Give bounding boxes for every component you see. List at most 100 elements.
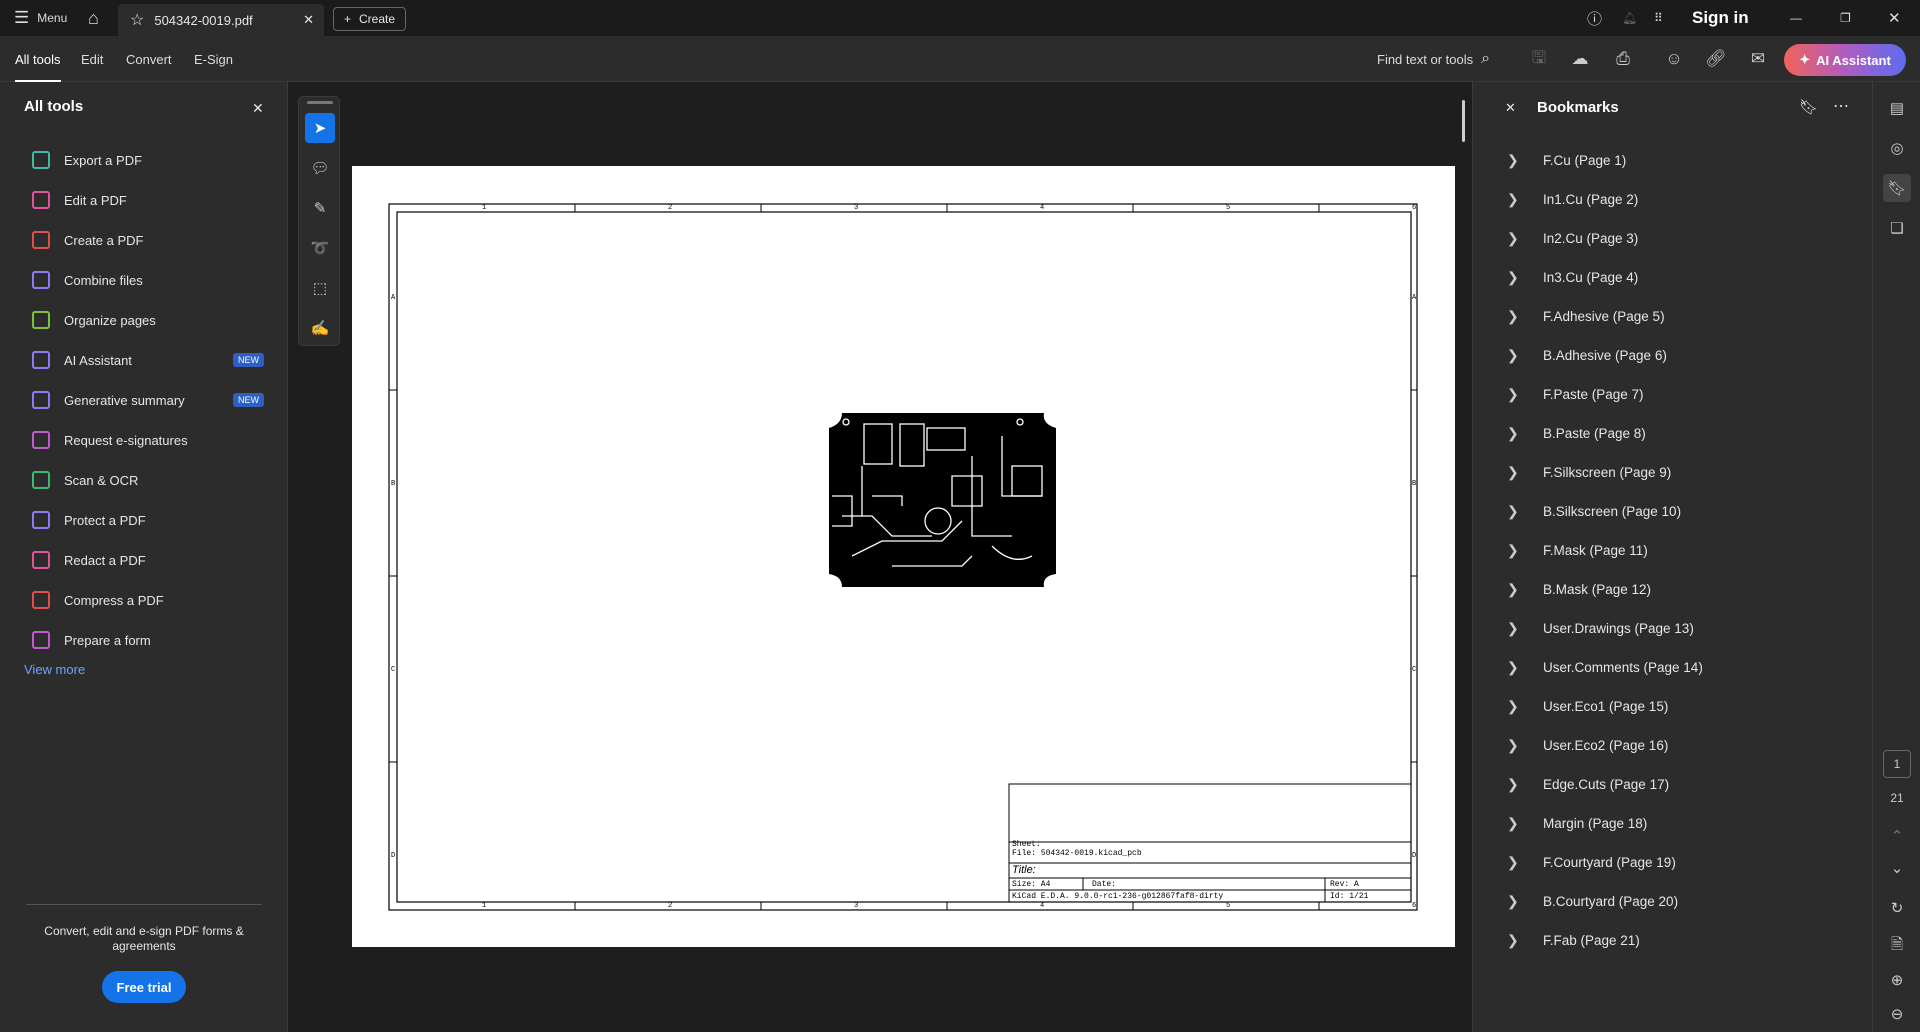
restore-icon[interactable]: ❐ [1840, 0, 1851, 36]
chevron-right-icon[interactable]: ❯ [1507, 503, 1519, 520]
chevron-right-icon[interactable]: ❯ [1507, 620, 1519, 637]
chevron-right-icon[interactable]: ❯ [1507, 308, 1519, 325]
bookmark-item[interactable]: ❯ User.Comments (Page 14) [1473, 651, 1863, 683]
rotate-icon[interactable]: ↻ [1883, 894, 1911, 922]
chevron-right-icon[interactable]: ❯ [1507, 230, 1519, 247]
tab-all-tools[interactable]: All tools [15, 36, 61, 82]
bookmark-item[interactable]: ❯ In3.Cu (Page 4) [1473, 261, 1863, 293]
bookmark-item[interactable]: ❯ B.Mask (Page 12) [1473, 573, 1863, 605]
free-trial-button[interactable]: Free trial [102, 971, 186, 1003]
chevron-right-icon[interactable]: ❯ [1507, 815, 1519, 832]
zoom-out-icon[interactable]: ⊖ [1883, 1000, 1911, 1028]
chevron-right-icon[interactable]: ❯ [1507, 932, 1519, 949]
tool-item[interactable]: Request e-signatures [32, 425, 264, 455]
tool-item[interactable]: AI Assistant NEW [32, 345, 264, 375]
share-user-icon[interactable]: ☺ [1660, 36, 1688, 82]
view-more-link[interactable]: View more [24, 662, 85, 677]
close-bookmarks-icon[interactable]: ✕ [1505, 100, 1516, 116]
bookmark-item[interactable]: ❯ F.Fab (Page 21) [1473, 924, 1863, 956]
tab-e-sign[interactable]: E-Sign [194, 36, 233, 82]
bookmark-item[interactable]: ❯ F.Cu (Page 1) [1473, 144, 1863, 176]
bookmark-item[interactable]: ❯ User.Eco2 (Page 16) [1473, 729, 1863, 761]
freehand-draw-icon[interactable]: ➰ [305, 233, 335, 263]
bookmark-item[interactable]: ❯ In1.Cu (Page 2) [1473, 183, 1863, 215]
tool-item[interactable]: Create a PDF [32, 225, 264, 255]
tool-item[interactable]: Compress a PDF [32, 585, 264, 615]
scrollbar[interactable] [1462, 100, 1465, 142]
tab-edit[interactable]: Edit [81, 36, 103, 82]
chevron-right-icon[interactable]: ❯ [1507, 737, 1519, 754]
text-select-icon[interactable]: ⬚ [305, 273, 335, 303]
ai-assistant-button[interactable]: ✦ AI Assistant [1784, 44, 1906, 76]
bookmark-item[interactable]: ❯ F.Courtyard (Page 19) [1473, 846, 1863, 878]
chevron-right-icon[interactable]: ❯ [1507, 542, 1519, 559]
chevron-right-icon[interactable]: ❯ [1507, 776, 1519, 793]
bookmark-item[interactable]: ❯ B.Courtyard (Page 20) [1473, 885, 1863, 917]
help-icon[interactable]: ⓘ [1587, 0, 1602, 36]
close-window-icon[interactable]: ✕ [1888, 0, 1901, 36]
chevron-right-icon[interactable]: ❯ [1507, 269, 1519, 286]
upload-cloud-icon[interactable]: ☁ [1566, 36, 1594, 82]
close-tab-icon[interactable]: ✕ [303, 12, 314, 28]
highlight-pen-icon[interactable]: ✎ [305, 193, 335, 223]
more-options-icon[interactable]: ⋯ [1833, 96, 1849, 116]
add-bookmark-icon[interactable]: 🔖︎ [1799, 98, 1818, 116]
tool-item[interactable]: Prepare a form [32, 625, 264, 655]
bookmark-item[interactable]: ❯ F.Adhesive (Page 5) [1473, 300, 1863, 332]
link-icon[interactable]: 🔗︎ [1702, 36, 1730, 82]
select-cursor-icon[interactable]: ➤ [305, 113, 335, 143]
bookmark-item[interactable]: ❯ F.Silkscreen (Page 9) [1473, 456, 1863, 488]
page-down-icon[interactable]: ⌄ [1883, 854, 1911, 882]
bell-icon[interactable]: 🔔︎ [1622, 0, 1637, 36]
chevron-right-icon[interactable]: ❯ [1507, 464, 1519, 481]
create-button[interactable]: + Create [333, 7, 407, 31]
ai-chat-panel-icon[interactable]: ◎ [1883, 134, 1911, 162]
tool-item[interactable]: Organize pages [32, 305, 264, 335]
bookmark-item[interactable]: ❯ User.Drawings (Page 13) [1473, 612, 1863, 644]
tool-item[interactable]: Export a PDF [32, 145, 264, 175]
tool-item[interactable]: Redact a PDF [32, 545, 264, 575]
email-icon[interactable]: ✉ [1744, 36, 1772, 82]
comment-icon[interactable]: 💬︎ [305, 153, 335, 183]
bookmarks-panel-icon[interactable]: 🔖︎ [1883, 174, 1911, 202]
chevron-right-icon[interactable]: ❯ [1507, 425, 1519, 442]
chevron-right-icon[interactable]: ❯ [1507, 347, 1519, 364]
tool-item[interactable]: Edit a PDF [32, 185, 264, 215]
minimize-icon[interactable]: — [1790, 0, 1802, 36]
tool-item[interactable]: Generative summary NEW [32, 385, 264, 415]
bookmark-item[interactable]: ❯ Margin (Page 18) [1473, 807, 1863, 839]
comments-panel-icon[interactable]: ▤ [1883, 94, 1911, 122]
home-icon[interactable]: ⌂ [88, 0, 99, 36]
sign-in-button[interactable]: Sign in [1692, 0, 1749, 36]
save-icon[interactable]: 🖫 [1525, 36, 1553, 82]
page-export-icon[interactable]: 🗎 [1883, 932, 1911, 960]
sign-icon[interactable]: ✍ [305, 313, 335, 343]
document-tab[interactable]: ☆ 504342-0019.pdf ✕ [118, 4, 324, 36]
bookmark-item[interactable]: ❯ User.Eco1 (Page 15) [1473, 690, 1863, 722]
bookmark-item[interactable]: ❯ B.Paste (Page 8) [1473, 417, 1863, 449]
star-icon[interactable]: ☆ [130, 10, 144, 30]
apps-grid-icon[interactable]: ⠿ [1654, 0, 1663, 36]
print-icon[interactable]: ⎙ [1609, 36, 1637, 82]
bookmark-item[interactable]: ❯ B.Silkscreen (Page 10) [1473, 495, 1863, 527]
tool-item[interactable]: Combine files [32, 265, 264, 295]
chevron-right-icon[interactable]: ❯ [1507, 581, 1519, 598]
tool-item[interactable]: Scan & OCR [32, 465, 264, 495]
bookmark-item[interactable]: ❯ B.Adhesive (Page 6) [1473, 339, 1863, 371]
current-page-input[interactable]: 1 [1883, 750, 1911, 778]
bookmark-item[interactable]: ❯ Edge.Cuts (Page 17) [1473, 768, 1863, 800]
chevron-right-icon[interactable]: ❯ [1507, 659, 1519, 676]
chevron-right-icon[interactable]: ❯ [1507, 152, 1519, 169]
drag-handle[interactable] [307, 101, 333, 104]
bookmark-item[interactable]: ❯ In2.Cu (Page 3) [1473, 222, 1863, 254]
find-text-tools[interactable]: Find text or tools ⌕ [1377, 36, 1490, 82]
chevron-right-icon[interactable]: ❯ [1507, 854, 1519, 871]
bookmark-item[interactable]: ❯ F.Paste (Page 7) [1473, 378, 1863, 410]
chevron-right-icon[interactable]: ❯ [1507, 386, 1519, 403]
pages-thumbnail-icon[interactable]: ❏ [1883, 214, 1911, 242]
bookmark-item[interactable]: ❯ F.Mask (Page 11) [1473, 534, 1863, 566]
tool-item[interactable]: Protect a PDF [32, 505, 264, 535]
close-panel-icon[interactable]: ✕ [252, 100, 264, 117]
tab-convert[interactable]: Convert [126, 36, 172, 82]
zoom-in-icon[interactable]: ⊕ [1883, 966, 1911, 994]
